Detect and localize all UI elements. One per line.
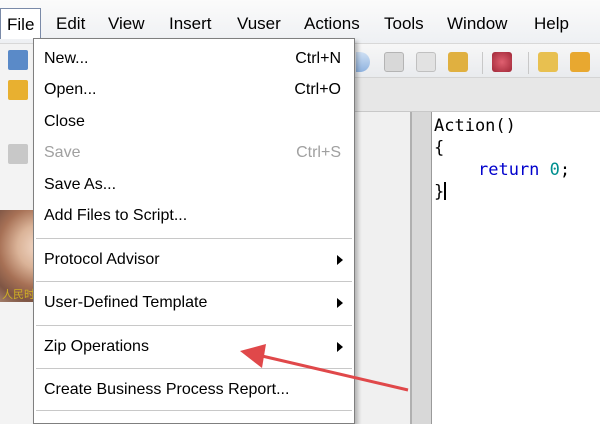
toolbar-separator — [482, 52, 483, 74]
settings-icon[interactable] — [570, 52, 590, 72]
menu-insert[interactable]: Insert — [169, 13, 212, 35]
menu-separator — [36, 281, 352, 282]
menu-edit[interactable]: Edit — [56, 13, 85, 35]
menu-item-zip-operations[interactable]: Zip Operations — [44, 334, 349, 360]
editor-gutter — [410, 112, 432, 424]
menu-item-save-as[interactable]: Save As... — [44, 172, 349, 198]
menu-separator — [36, 238, 352, 239]
toolbar — [352, 44, 600, 78]
menu-item-label: Open... — [44, 81, 97, 98]
menu-item-close[interactable]: Close — [44, 109, 349, 135]
closing-brace: } — [434, 182, 445, 202]
menu-vuser[interactable]: Vuser — [237, 13, 281, 35]
menu-file[interactable]: File — [0, 8, 42, 39]
save-icon[interactable] — [8, 144, 28, 164]
menu-item-save: Save Ctrl+S — [44, 140, 349, 166]
code-line-1: Action() — [434, 116, 516, 136]
code-line-3: return 0; — [478, 160, 570, 180]
menu-item-label: New... — [44, 50, 89, 67]
menu-item-label: Save — [44, 144, 81, 161]
menu-item-label: Close — [44, 113, 85, 130]
stop-icon[interactable] — [384, 52, 404, 72]
step-icon[interactable] — [448, 52, 468, 72]
menu-actions[interactable]: Actions — [304, 13, 360, 35]
menu-item-new[interactable]: New... Ctrl+N — [44, 46, 349, 72]
run-icon[interactable] — [356, 52, 370, 72]
pause-icon[interactable] — [416, 52, 436, 72]
record-icon[interactable] — [492, 52, 512, 72]
menu-item-open[interactable]: Open... Ctrl+O — [44, 77, 349, 103]
menu-item-label: Create Business Process Report... — [44, 381, 290, 398]
new-script-icon[interactable] — [8, 50, 28, 70]
menu-help[interactable]: Help — [534, 13, 569, 35]
menu-item-user-template[interactable]: User-Defined Template — [44, 290, 349, 316]
menu-item-shortcut: Ctrl+O — [294, 81, 341, 98]
chevron-right-icon — [337, 298, 343, 308]
script-tab-strip — [352, 78, 600, 112]
menu-tools[interactable]: Tools — [384, 13, 424, 35]
menu-item-label: User-Defined Template — [44, 294, 208, 311]
menu-item-add-files[interactable]: Add Files to Script... — [44, 203, 349, 229]
compare-icon[interactable] — [538, 52, 558, 72]
menu-separator — [36, 368, 352, 369]
menu-item-shortcut: Ctrl+N — [295, 50, 341, 67]
menu-item-label: Add Files to Script... — [44, 207, 188, 224]
menu-item-label: Save As... — [44, 176, 117, 193]
chevron-right-icon — [337, 255, 343, 265]
menu-item-shortcut: Ctrl+S — [296, 144, 341, 161]
code-line-4: } — [434, 182, 447, 202]
code-editor[interactable]: Action() { return 0; } — [432, 112, 600, 424]
code-line-2: { — [434, 138, 445, 158]
menu-item-label: Protocol Advisor — [44, 251, 160, 268]
menu-separator — [36, 325, 352, 326]
menu-item-protocol-advisor[interactable]: Protocol Advisor — [44, 247, 349, 273]
menu-separator — [36, 410, 352, 411]
file-menu: New... Ctrl+N Open... Ctrl+O Close Save … — [33, 38, 355, 424]
text-caret — [444, 182, 447, 200]
toolbar-separator — [528, 52, 529, 74]
return-value: 0 — [549, 160, 560, 180]
return-keyword: return — [478, 160, 540, 180]
chevron-right-icon — [337, 342, 343, 352]
open-folder-icon[interactable] — [8, 80, 28, 100]
menu-item-business-report[interactable]: Create Business Process Report... — [44, 377, 349, 403]
menu-window[interactable]: Window — [447, 13, 507, 35]
menu-item-label: Zip Operations — [44, 338, 149, 355]
menu-view[interactable]: View — [108, 13, 145, 35]
statement-terminator: ; — [559, 160, 571, 180]
